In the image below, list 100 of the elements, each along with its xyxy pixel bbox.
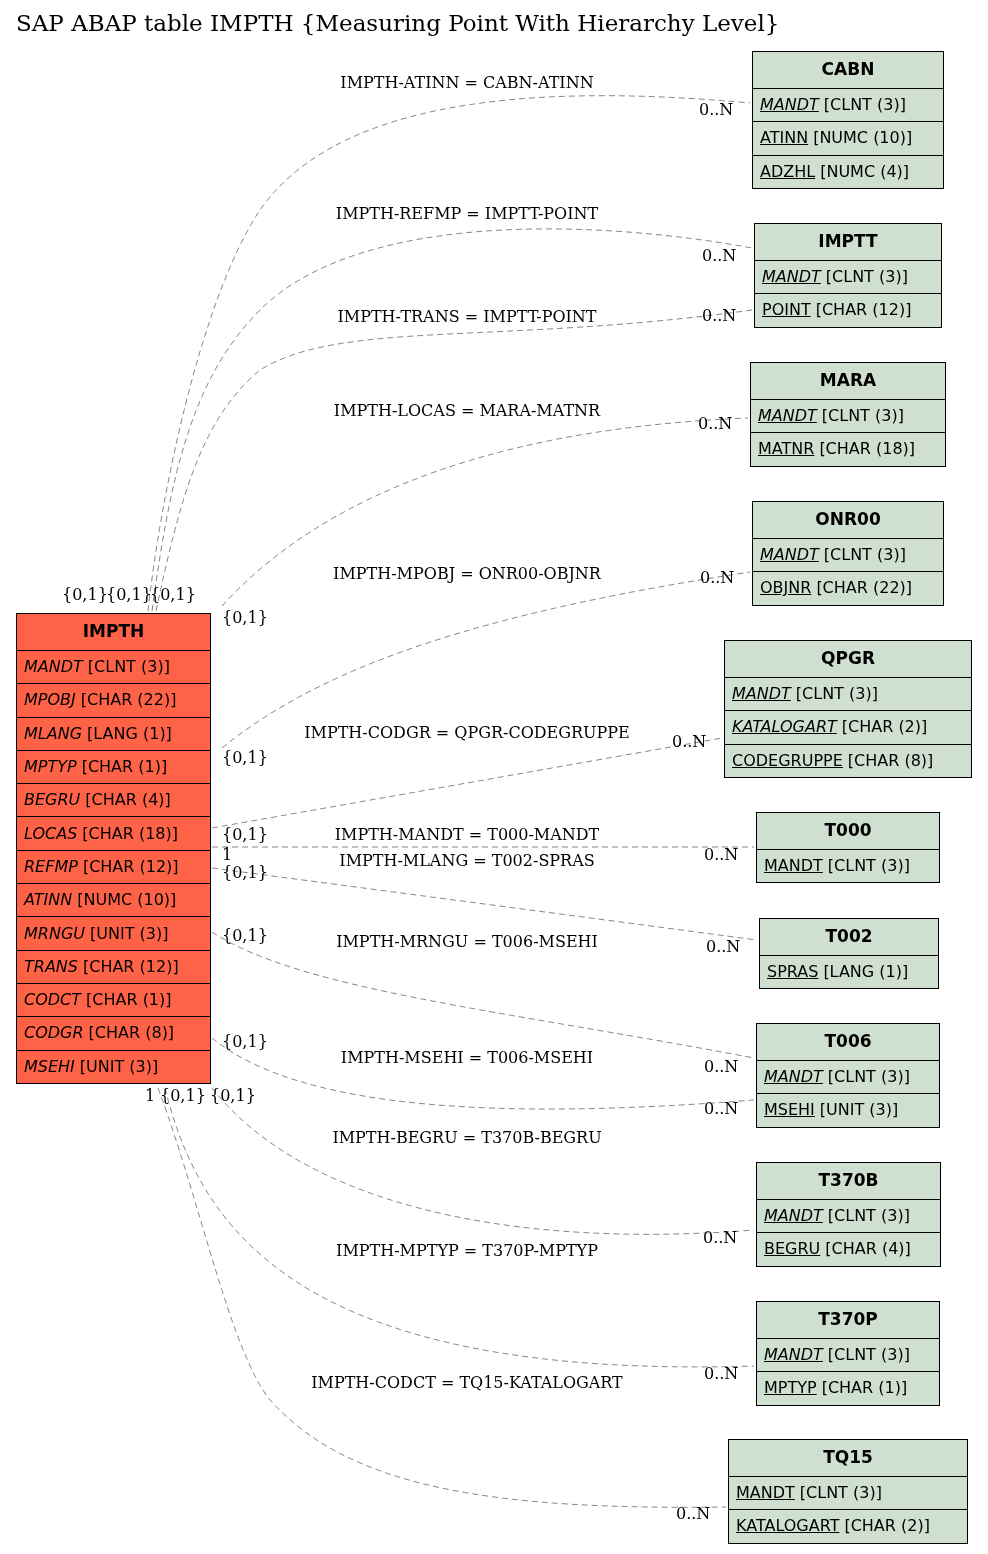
field-type: [CHAR (2)] — [841, 716, 928, 739]
relation-label: IMPTH-MANDT = T000-MANDT — [334, 825, 600, 845]
relation-label: IMPTH-MRNGU = T006-MSEHI — [336, 932, 598, 952]
field-name: KATALOGART — [736, 1515, 840, 1538]
relation-label: IMPTH-MLANG = T002-SPRAS — [339, 851, 595, 871]
cardinality-label: {0,1} — [160, 1086, 206, 1106]
field-name: MLANG — [24, 722, 83, 745]
field-type: [NUMC (4)] — [820, 160, 910, 183]
field-type: [CLNT (3)] — [827, 1205, 910, 1228]
table-name: IMPTH — [81, 620, 146, 644]
field-type: [CHAR (18)] — [82, 822, 178, 845]
field-type: [CLNT (3)] — [825, 266, 908, 289]
field-name: MANDT — [764, 1066, 823, 1089]
relation-label: IMPTH-REFMP = IMPTT-POINT — [335, 204, 599, 224]
field-name: MPTYP — [764, 1377, 817, 1400]
field-name: SPRAS — [767, 961, 819, 984]
cardinality-label: {0,1} — [222, 825, 268, 845]
table-name: TQ15 — [822, 1446, 874, 1470]
relation-label: IMPTH-MPTYP = T370P-MPTYP — [336, 1241, 598, 1261]
table-name: MARA — [818, 369, 878, 393]
field-name: MANDT — [24, 656, 83, 679]
table-name: CABN — [820, 58, 876, 82]
cardinality-label: 0..N — [706, 937, 741, 957]
field-name: MANDT — [764, 1205, 823, 1228]
field-type: [CLNT (3)] — [827, 1066, 910, 1089]
cardinality-label: 0..N — [704, 845, 739, 865]
field-name: MPTYP — [24, 756, 77, 779]
cardinality-label: 0..N — [704, 1099, 739, 1119]
cardinality-label: 0..N — [704, 1364, 739, 1384]
cardinality-label: 0..N — [704, 1057, 739, 1077]
cardinality-label: 0..N — [700, 568, 735, 588]
table-name: T370B — [817, 1169, 880, 1193]
field-type: [UNIT (3)] — [90, 922, 169, 945]
relation-label: IMPTH-CODGR = QPGR-CODEGRUPPE — [304, 723, 630, 743]
relation-label: IMPTH-MSEHI = T006-MSEHI — [340, 1048, 594, 1068]
field-type: [UNIT (3)] — [819, 1099, 899, 1122]
table-name: QPGR — [820, 647, 876, 671]
table-name: T002 — [824, 925, 874, 949]
table-name: T000 — [823, 819, 873, 843]
field-name: MSEHI — [764, 1099, 815, 1122]
cardinality-label: 0..N — [672, 732, 707, 752]
field-name: ATINN — [24, 889, 73, 912]
field-type: [CLNT (3)] — [827, 855, 910, 878]
table-name: ONR00 — [814, 508, 882, 532]
relation-label: IMPTH-MPOBJ = ONR00-OBJNR — [333, 564, 601, 584]
field-type: [CHAR (12)] — [82, 955, 179, 978]
field-name: MATNR — [758, 438, 815, 461]
field-type: [CHAR (1)] — [81, 756, 168, 779]
field-name: MANDT — [762, 266, 821, 289]
table-name: IMPTT — [817, 230, 879, 254]
relation-label: IMPTH-ATINN = CABN-ATINN — [340, 73, 594, 93]
field-type: [CLNT (3)] — [821, 405, 904, 428]
field-type: [CLNT (3)] — [87, 656, 170, 679]
field-name: BEGRU — [24, 789, 81, 812]
field-name: KATALOGART — [732, 716, 837, 739]
field-name: CODGR — [24, 1022, 84, 1045]
field-type: [CLNT (3)] — [795, 683, 878, 706]
cardinality-label: 0..N — [702, 306, 737, 326]
field-name: TRANS — [24, 955, 78, 978]
cardinality-label: {0,1} — [222, 748, 268, 768]
field-name: CODCT — [24, 989, 82, 1012]
field-type: [CHAR (1)] — [86, 989, 172, 1012]
field-name: ATINN — [760, 127, 809, 150]
field-name: LOCAS — [24, 822, 78, 845]
cardinality-label: 1 — [222, 845, 233, 865]
field-name: MRNGU — [24, 922, 85, 945]
field-name: MANDT — [764, 1344, 823, 1367]
field-type: [CHAR (22)] — [80, 689, 177, 712]
field-name: OBJNR — [760, 577, 812, 600]
field-name: CODEGRUPPE — [732, 749, 843, 772]
cardinality-label: 0..N — [699, 100, 734, 120]
cardinality-label: 0..N — [698, 414, 733, 434]
relation-label: IMPTH-BEGRU = T370B-BEGRU — [332, 1128, 602, 1148]
relation-label: IMPTH-TRANS = IMPTT-POINT — [337, 307, 597, 327]
field-name: MANDT — [758, 405, 817, 428]
relation-label: IMPTH-CODCT = TQ15-KATALOGART — [311, 1373, 623, 1393]
field-type: [NUMC (10)] — [813, 127, 913, 150]
field-name: MANDT — [760, 544, 819, 567]
cardinality-label: {0,1} — [222, 863, 268, 883]
cardinality-label: {0,1} — [222, 1032, 268, 1052]
field-name: ADZHL — [760, 160, 816, 183]
field-name: MANDT — [760, 94, 819, 117]
diagram-title: SAP ABAP table IMPTH {Measuring Point With Hierarchy Level} — [16, 9, 780, 38]
field-name: BEGRU — [764, 1238, 821, 1261]
field-type: [CHAR (12)] — [815, 299, 912, 322]
table-name: T370P — [817, 1308, 879, 1332]
field-name: MANDT — [736, 1482, 795, 1505]
cardinality-label: 1 — [145, 1086, 156, 1106]
field-name: MSEHI — [24, 1055, 75, 1078]
field-type: [LANG (1)] — [823, 961, 909, 984]
field-type: [CLNT (3)] — [823, 544, 906, 567]
field-type: [UNIT (3)] — [79, 1055, 159, 1078]
field-type: [CLNT (3)] — [799, 1482, 882, 1505]
field-name: MPOBJ — [24, 689, 76, 712]
field-type: [CLNT (3)] — [827, 1344, 910, 1367]
field-type: [CHAR (8)] — [847, 749, 934, 772]
cardinality-label: 0..N — [676, 1504, 711, 1524]
cardinality-label: 0..N — [702, 246, 737, 266]
cardinality-label: {0,1} — [222, 608, 268, 628]
cardinality-label: {0,1} — [222, 926, 268, 946]
